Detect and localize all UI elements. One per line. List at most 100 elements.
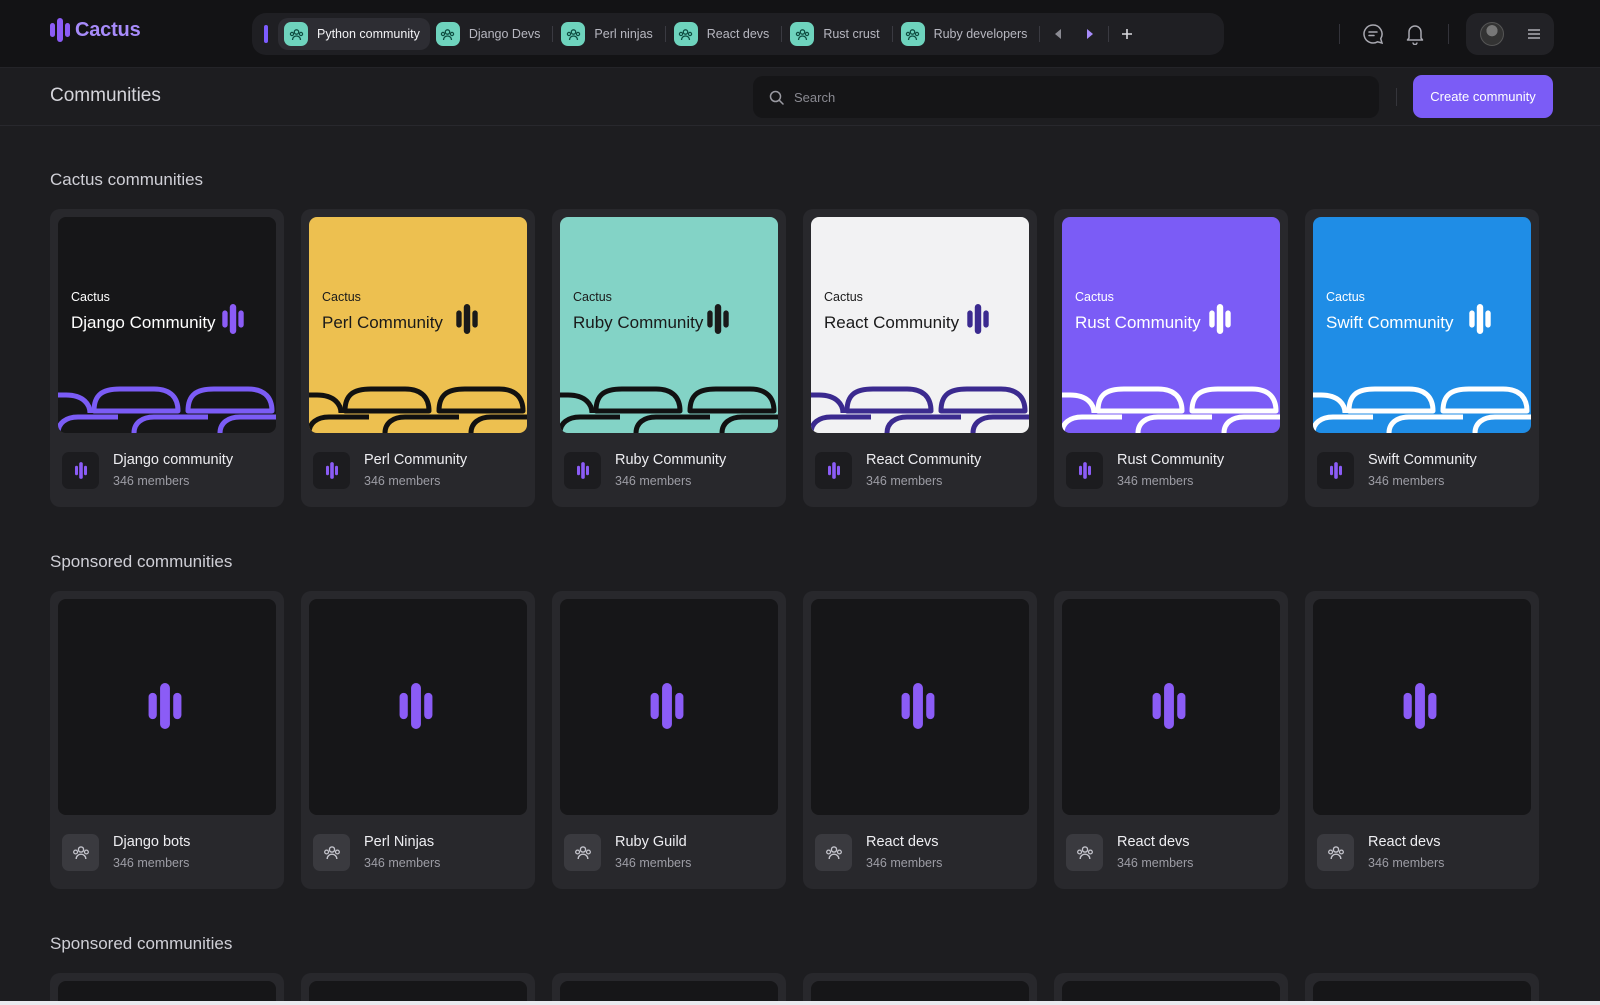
group-icon — [435, 22, 460, 46]
card-info: Perl Ninjas 346 members — [313, 832, 440, 872]
community-thumbnail: Cactus Django Community — [58, 217, 276, 433]
thumbnail-brand: Cactus — [1326, 290, 1365, 304]
thumbnail-brand: Cactus — [322, 290, 361, 304]
community-card[interactable]: Perl Ninjas 346 members — [301, 591, 535, 889]
cactus-logo-icon — [313, 451, 350, 489]
member-count: 346 members — [866, 474, 943, 488]
thumbnail-title: Django Community — [71, 313, 216, 332]
member-count: 346 members — [615, 474, 692, 488]
community-card[interactable]: Cactus Django Community Django community 34… — [50, 209, 284, 507]
community-name: Perl Ninjas — [364, 834, 435, 850]
tab-ruby-developers[interactable]: Ruby developers — [895, 18, 1038, 50]
app-logo[interactable]: Cactus — [50, 18, 141, 42]
tab-python-community[interactable]: Python community — [278, 18, 430, 50]
card-info: React devs 346 members — [1317, 832, 1444, 872]
user-menu[interactable] — [1466, 13, 1554, 55]
community-thumbnail — [1062, 599, 1280, 815]
community-card[interactable]: Cactus React Community React Community 346 … — [803, 209, 1037, 507]
cactus-logo-icon — [1317, 451, 1354, 489]
community-name: React devs — [1368, 834, 1441, 850]
tab-divider — [552, 26, 554, 42]
card-info: Django bots 346 members — [62, 832, 190, 872]
thumbnail-brand: Cactus — [824, 290, 863, 304]
community-card[interactable]: Ruby Guild 346 members — [552, 591, 786, 889]
chevron-left-icon[interactable] — [1042, 18, 1074, 50]
community-thumbnail — [58, 599, 276, 815]
plus-icon[interactable] — [1111, 18, 1143, 50]
page-title: Communities — [50, 85, 161, 106]
cactus-logo-icon — [222, 304, 244, 339]
tab-rust-crust[interactable]: Rust crust — [784, 18, 889, 50]
community-card[interactable]: Cactus Rust Community Rust Community 346 me… — [1054, 209, 1288, 507]
search-input[interactable] — [794, 89, 1354, 105]
cactus-logo-icon — [815, 451, 852, 489]
chevron-right-icon[interactable] — [1074, 18, 1106, 50]
card-info: React devs 346 members — [815, 832, 942, 872]
community-name: React Community — [866, 452, 982, 468]
tab-perl-ninjas[interactable]: Perl ninjas — [555, 18, 662, 50]
group-icon — [900, 22, 925, 46]
group-icon — [284, 22, 308, 46]
community-card[interactable]: Cactus Swift Community Swift Community 346 … — [1305, 209, 1539, 507]
cactus-logo-icon — [650, 683, 684, 734]
avatar[interactable] — [1480, 22, 1504, 46]
community-name: Django bots — [113, 834, 191, 850]
cactus-logo-icon — [1209, 304, 1231, 339]
community-card[interactable]: Django bots 346 members — [50, 591, 284, 889]
community-thumbnail: Cactus Perl Community — [309, 217, 527, 433]
create-community-button[interactable]: Create community — [1413, 75, 1553, 118]
community-name: Rust Community — [1117, 452, 1225, 468]
group-icon — [1317, 833, 1354, 871]
cactus-logo-icon — [62, 451, 99, 489]
menu-icon[interactable] — [1528, 29, 1540, 39]
tab-label: Rust crust — [823, 27, 880, 41]
community-name: Swift Community — [1368, 452, 1477, 468]
member-count: 346 members — [364, 474, 441, 488]
search-box[interactable] — [753, 76, 1379, 118]
tab-react-devs[interactable]: React devs — [668, 18, 780, 50]
community-card[interactable]: Cactus Perl Community Perl Community 346 me… — [301, 209, 535, 507]
community-card[interactable]: Cactus Ruby Community Ruby Community 346 me… — [552, 209, 786, 507]
cactus-logo-icon — [1403, 683, 1437, 734]
community-card[interactable]: React devs 346 members — [803, 591, 1037, 889]
community-name: Ruby Community — [615, 452, 727, 468]
member-count: 346 members — [615, 856, 692, 870]
community-thumbnail: Cactus Rust Community — [1062, 217, 1280, 433]
community-thumbnail — [1313, 599, 1531, 815]
tab-divider — [664, 26, 666, 42]
tab-django-devs[interactable]: Django Devs — [430, 18, 551, 50]
thumbnail-brand: Cactus — [1075, 290, 1114, 304]
chat-icon[interactable] — [1360, 21, 1386, 47]
section-title: Sponsored communities — [50, 552, 233, 571]
card-info: React devs 346 members — [1066, 832, 1193, 872]
thumbnail-title: Perl Community — [322, 313, 443, 332]
community-thumbnail: Cactus Swift Community — [1313, 217, 1531, 433]
tab-divider — [1039, 26, 1041, 42]
cactus-communities-row: Cactus Django Community Django community 34… — [50, 209, 1539, 507]
community-card[interactable]: React devs 346 members — [1305, 591, 1539, 889]
group-icon — [790, 22, 815, 46]
community-thumbnail: Cactus Ruby Community — [560, 217, 778, 433]
tab-divider — [1108, 26, 1110, 42]
tab-divider — [781, 26, 783, 42]
tab-divider — [891, 26, 893, 42]
card-info: Perl Community 346 members — [313, 450, 467, 490]
cactus-logo-icon — [399, 683, 433, 734]
community-name: Ruby Guild — [615, 834, 687, 850]
community-name: React devs — [866, 834, 939, 850]
group-icon — [673, 22, 698, 46]
card-info: Ruby Community 346 members — [564, 450, 726, 490]
cactus-logo-icon — [50, 18, 70, 42]
member-count: 346 members — [866, 856, 943, 870]
cactus-logo-icon — [901, 683, 935, 734]
cactus-logo-icon — [966, 304, 989, 339]
group-icon — [313, 833, 350, 871]
community-tabs: Python community Django Devs Perl ninjas… — [252, 13, 1224, 55]
community-name: Django community — [113, 452, 234, 468]
community-card[interactable]: React devs 346 members — [1054, 591, 1288, 889]
bell-icon[interactable] — [1402, 21, 1428, 47]
page-header: Communities Create community — [0, 68, 1600, 126]
card-info: Ruby Guild 346 members — [564, 832, 691, 872]
member-count: 346 members — [1368, 856, 1445, 870]
cactus-logo-icon — [1468, 304, 1491, 339]
